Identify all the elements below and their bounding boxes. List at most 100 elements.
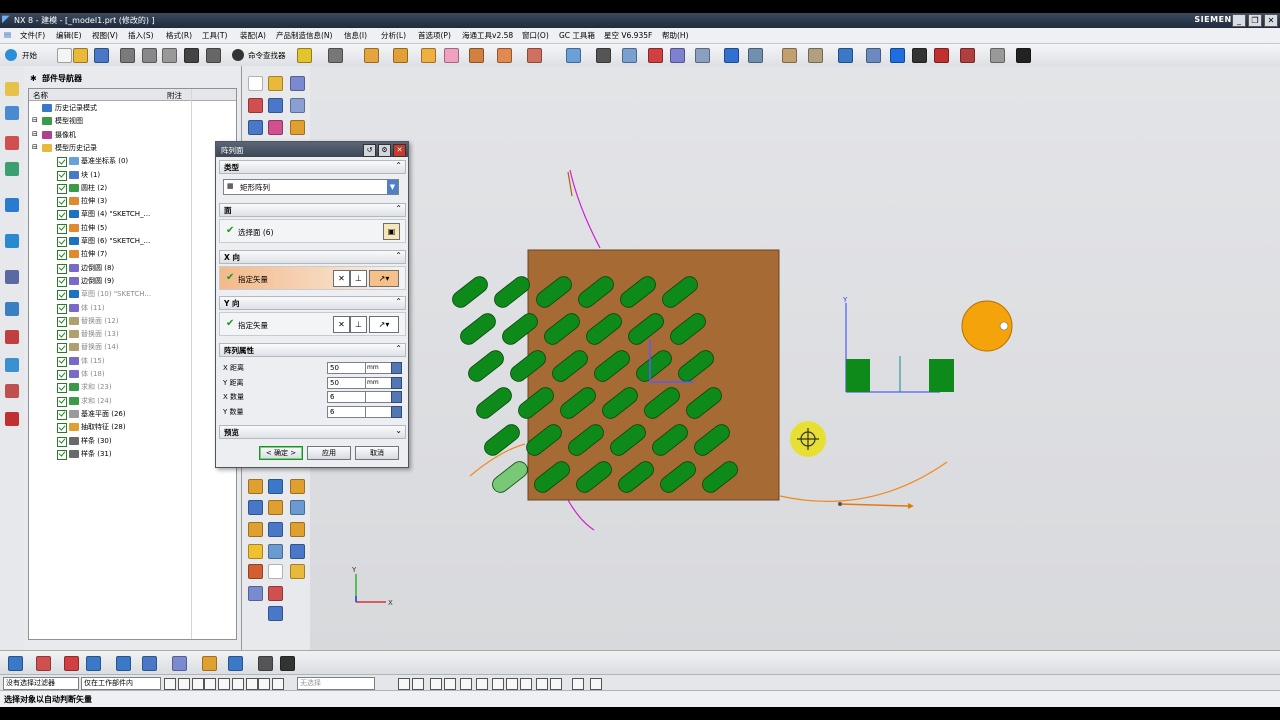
feature-tool-icon[interactable] xyxy=(248,544,263,559)
toolbar-tool-icon[interactable] xyxy=(206,48,221,63)
slot-face[interactable] xyxy=(473,384,514,421)
resource-tab-icon[interactable] xyxy=(5,384,19,398)
feature-tool-icon[interactable] xyxy=(290,522,305,537)
visibility-checkbox[interactable] xyxy=(57,343,67,354)
spline-curve[interactable] xyxy=(569,169,601,249)
section-preview[interactable]: 预览 ⌄ xyxy=(219,425,406,439)
toolbar-tool-icon[interactable] xyxy=(421,48,436,63)
section-x-direction[interactable]: X 向 ⌃ xyxy=(219,250,406,264)
tree-feature-row[interactable]: 基准平面 (26) xyxy=(29,408,236,421)
select-face-row[interactable]: ✔ 选择面 (6) ▣ xyxy=(219,219,406,243)
visibility-checkbox[interactable] xyxy=(57,197,67,208)
sketch-rect-left[interactable] xyxy=(846,359,870,392)
resource-tab-icon[interactable] xyxy=(5,198,19,212)
visibility-checkbox[interactable] xyxy=(57,383,67,394)
toolbar-tool-icon[interactable] xyxy=(328,48,343,63)
snap-point-icon[interactable] xyxy=(164,678,176,690)
feature-tool-icon[interactable] xyxy=(268,479,283,494)
reverse-direction-icon[interactable]: ✕ xyxy=(333,270,350,287)
section-type[interactable]: 类型 ⌃ xyxy=(219,160,406,174)
dialog-close-icon[interactable]: ✕ xyxy=(393,144,406,157)
toolbar-tool-icon[interactable] xyxy=(866,48,881,63)
resource-tab-icon[interactable] xyxy=(5,82,19,96)
toolbar-tool-icon[interactable] xyxy=(566,48,581,63)
tree-feature-row[interactable]: 体 (18) xyxy=(29,368,236,381)
menu-item-2[interactable]: 视图(V) xyxy=(92,30,118,41)
field-menu-icon[interactable] xyxy=(391,391,402,403)
snap-point-icon[interactable] xyxy=(192,678,204,690)
tree-feature-row[interactable]: 替换面 (13) xyxy=(29,328,236,341)
toolbar-tool-icon[interactable] xyxy=(162,48,177,63)
feature-tool-icon[interactable] xyxy=(268,120,283,135)
dialog-title-bar[interactable]: 阵列面 ↺ ⚙ ✕ xyxy=(216,142,408,157)
visibility-checkbox[interactable] xyxy=(57,356,67,367)
snap-point-icon[interactable] xyxy=(258,678,270,690)
tree-feature-row[interactable]: 求和 (23) xyxy=(29,381,236,394)
menu-item-13[interactable]: GC 工具箱 xyxy=(559,30,595,41)
reset-icon[interactable]: ↺ xyxy=(363,144,376,157)
tree-feature-row[interactable]: 拉伸 (5) xyxy=(29,222,236,235)
tree-item-top[interactable]: 历史记录模式 xyxy=(29,102,236,115)
snap-point-icon[interactable] xyxy=(520,678,532,690)
type-dropdown[interactable]: ▦ 矩形阵列 ▼ xyxy=(223,179,399,195)
section-face[interactable]: 面 ⌃ xyxy=(219,203,406,217)
bottom-tool-icon[interactable] xyxy=(258,656,273,671)
feature-tool-icon[interactable] xyxy=(268,606,283,621)
chevron-up-icon[interactable]: ⌃ xyxy=(395,204,402,213)
graphics-viewport[interactable]: Y Y X xyxy=(310,66,1280,650)
tree-feature-row[interactable]: 边倒圆 (9) xyxy=(29,275,236,288)
feature-tool-icon[interactable] xyxy=(248,586,263,601)
resource-tab-icon[interactable] xyxy=(5,302,19,316)
menu-icon[interactable]: ▤ xyxy=(4,30,11,39)
visibility-checkbox[interactable] xyxy=(57,157,67,168)
chevron-up-icon[interactable]: ⌃ xyxy=(395,161,402,170)
tree-feature-row[interactable]: 草图 (6) "SKETCH_... xyxy=(29,235,236,248)
feature-tool-icon[interactable] xyxy=(290,120,305,135)
menu-item-4[interactable]: 格式(R) xyxy=(166,30,192,41)
visibility-checkbox[interactable] xyxy=(57,423,67,434)
tree-item-top[interactable]: ⊟ 摄像机 xyxy=(29,129,236,142)
field-unit[interactable]: mm xyxy=(365,362,392,374)
feature-tool-icon[interactable] xyxy=(268,544,283,559)
toolbar-tool-icon[interactable] xyxy=(364,48,379,63)
y-vector-row[interactable]: ✔ 指定矢量 ✕ ⊥ ↗▾ xyxy=(219,312,406,336)
feature-tool-icon[interactable] xyxy=(248,564,263,579)
resource-tab-icon[interactable] xyxy=(5,358,19,372)
toolbar-tool-icon[interactable] xyxy=(934,48,949,63)
visibility-checkbox[interactable] xyxy=(57,210,67,221)
chevron-up-icon[interactable]: ⌃ xyxy=(395,344,402,353)
field-unit[interactable]: mm xyxy=(365,376,392,389)
menu-item-6[interactable]: 装配(A) xyxy=(240,30,266,41)
menu-item-1[interactable]: 编辑(E) xyxy=(56,30,82,41)
visibility-checkbox[interactable] xyxy=(57,449,67,460)
snap-point-icon[interactable] xyxy=(204,678,216,690)
toolbar-tool-icon[interactable] xyxy=(724,48,739,63)
field-menu-icon[interactable] xyxy=(391,376,402,389)
visibility-checkbox[interactable] xyxy=(57,370,67,380)
vector-type-dropdown[interactable]: ↗▾ xyxy=(369,316,399,333)
visibility-checkbox[interactable] xyxy=(57,303,67,314)
feature-tool-icon[interactable] xyxy=(290,98,305,113)
snap-point-icon[interactable] xyxy=(550,678,562,690)
menu-item-0[interactable]: 文件(F) xyxy=(20,30,45,41)
visibility-checkbox[interactable] xyxy=(57,316,67,327)
toolbar-tool-icon[interactable] xyxy=(890,48,905,63)
feature-tool-icon[interactable] xyxy=(268,564,283,579)
chevron-down-icon[interactable]: ⌄ xyxy=(395,426,402,435)
toolbar-tool-icon[interactable] xyxy=(297,48,312,63)
toolbar-tool-icon[interactable] xyxy=(1016,48,1031,63)
visibility-checkbox[interactable] xyxy=(57,276,67,287)
vector-dialog-icon[interactable]: ⊥ xyxy=(350,270,367,287)
toolbar-tool-icon[interactable] xyxy=(57,48,72,63)
expand-icon[interactable]: ⊟ xyxy=(32,116,38,124)
toolbar-tool-icon[interactable] xyxy=(596,48,611,63)
resource-tab-icon[interactable] xyxy=(5,330,19,344)
visibility-checkbox[interactable] xyxy=(57,330,67,341)
tree-feature-row[interactable]: 样条 (31) xyxy=(29,448,236,461)
snap-point-icon[interactable] xyxy=(218,678,230,690)
menu-item-12[interactable]: 窗口(O) xyxy=(522,30,549,41)
tree-item-top[interactable]: ⊟ 模型历史记录 xyxy=(29,142,236,155)
snap-point-icon[interactable] xyxy=(430,678,442,690)
menu-item-3[interactable]: 插入(S) xyxy=(128,30,154,41)
toolbar-tool-icon[interactable] xyxy=(393,48,408,63)
